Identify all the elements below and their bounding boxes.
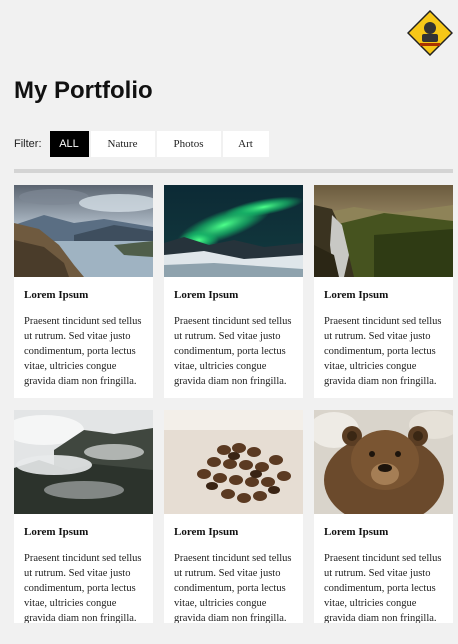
card-title: Lorem Ipsum — [24, 526, 89, 538]
card-text: Praesent tincidunt sed tellus ut rutrum.… — [174, 316, 292, 387]
forest-valley-photo — [314, 185, 453, 277]
portfolio-card[interactable]: Lorem Ipsum Praesent tincidunt sed tellu… — [14, 410, 153, 623]
portfolio-card[interactable]: Lorem Ipsum Praesent tincidunt sed tellu… — [314, 410, 453, 623]
mountain-lake-photo — [14, 185, 153, 277]
portfolio-card[interactable]: Lorem Ipsum Praesent tincidunt sed tellu… — [164, 410, 303, 623]
page-title: My Portfolio — [14, 77, 153, 104]
portfolio-card[interactable]: Lorem Ipsum Praesent tincidunt sed tellu… — [314, 185, 453, 398]
card-text: Praesent tincidunt sed tellus ut rutrum.… — [324, 316, 442, 387]
brown-bear-photo — [314, 410, 453, 514]
filter-label: Filter: — [14, 138, 42, 150]
card-title: Lorem Ipsum — [174, 289, 239, 301]
card-title: Lorem Ipsum — [324, 289, 389, 301]
portfolio-grid: Lorem Ipsum Praesent tincidunt sed tellu… — [14, 185, 454, 623]
filter-all-button[interactable]: ALL — [49, 131, 89, 157]
card-text: Praesent tincidunt sed tellus ut rutrum.… — [24, 316, 142, 387]
site-logo[interactable] — [407, 10, 453, 56]
filter-nature-button[interactable]: Nature — [90, 131, 155, 157]
coffee-beans-photo — [164, 410, 303, 514]
card-title: Lorem Ipsum — [174, 526, 239, 538]
portfolio-card[interactable]: Lorem Ipsum Praesent tincidunt sed tellu… — [164, 185, 303, 398]
filter-bar: Filter: ALL Nature Photos Art — [14, 131, 271, 157]
card-text: Praesent tincidunt sed tellus ut rutrum.… — [174, 553, 292, 623]
filter-art-button[interactable]: Art — [222, 131, 269, 157]
card-title: Lorem Ipsum — [324, 526, 389, 538]
misty-forest-photo — [14, 410, 153, 514]
filter-photos-button[interactable]: Photos — [156, 131, 221, 157]
card-text: Praesent tincidunt sed tellus ut rutrum.… — [324, 553, 442, 623]
divider — [14, 169, 453, 173]
portfolio-card[interactable]: Lorem Ipsum Praesent tincidunt sed tellu… — [14, 185, 153, 398]
card-text: Praesent tincidunt sed tellus ut rutrum.… — [24, 553, 142, 623]
card-title: Lorem Ipsum — [24, 289, 89, 301]
northern-lights-photo — [164, 185, 303, 277]
